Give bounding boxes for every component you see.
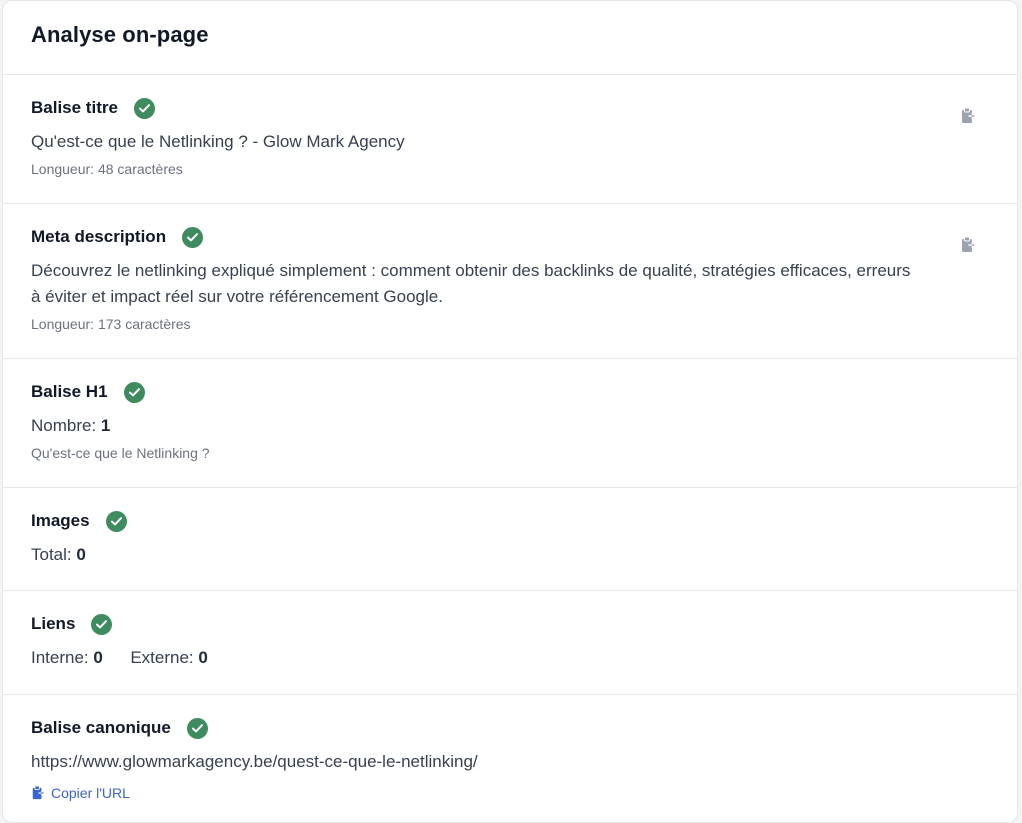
section-header: Images [31, 510, 989, 532]
section-title: Balise H1 [31, 382, 108, 401]
section-title: Balise titre [31, 98, 118, 117]
section-images: Images Total: 0 [3, 488, 1017, 591]
meta-description-value: Découvrez le netlinking expliqué simplem… [31, 261, 911, 306]
h1-count: Nombre: 1 [31, 413, 989, 439]
h1-count-label: Nombre: [31, 416, 97, 435]
section-canonical: Balise canonique https://www.glowmarkage… [3, 695, 1017, 822]
copy-title-button[interactable] [957, 105, 979, 127]
section-header: Balise canonique [31, 717, 989, 739]
title-tag-value: Qu'est-ce que le Netlinking ? - Glow Mar… [31, 132, 405, 151]
section-h1: Balise H1 Nombre: 1 Qu'est-ce que le Net… [3, 359, 1017, 488]
check-circle-icon [123, 381, 145, 403]
title-tag-length: Longueur: 48 caractères [31, 161, 183, 177]
section-title: Meta description [31, 227, 167, 246]
card-header: Analyse on-page [3, 1, 1017, 75]
check-circle-icon [91, 613, 113, 635]
card-title: Analyse on-page [31, 22, 209, 47]
clipboard-icon [962, 236, 975, 252]
links-external-label: Externe: [130, 648, 194, 667]
onpage-analysis-card: Analyse on-page Balise titre Qu'est-ce q… [2, 0, 1018, 823]
check-circle-icon [186, 717, 208, 739]
section-title: Balise canonique [31, 718, 171, 737]
copy-url-button[interactable]: Copier l'URL [31, 785, 130, 801]
section-links: Liens Interne: 0 Externe: 0 [3, 591, 1017, 695]
clipboard-icon [962, 107, 975, 123]
clipboard-icon [32, 785, 44, 800]
check-circle-icon [133, 97, 155, 119]
images-total: Total: 0 [31, 542, 989, 568]
section-meta-description: Meta description Découvrez le netlinking… [3, 204, 1017, 359]
links-internal-label: Interne: [31, 648, 89, 667]
section-title: Liens [31, 614, 76, 633]
canonical-url: https://www.glowmarkagency.be/quest-ce-q… [31, 752, 478, 771]
links-counts: Interne: 0 Externe: 0 [31, 645, 989, 671]
images-total-value: 0 [76, 545, 86, 564]
h1-text: Qu'est-ce que le Netlinking ? [31, 445, 210, 461]
section-header: Liens [31, 613, 989, 635]
section-header: Balise titre [31, 97, 989, 119]
section-title-tag: Balise titre Qu'est-ce que le Netlinking… [3, 75, 1017, 204]
section-header: Balise H1 [31, 381, 989, 403]
section-header: Meta description [31, 226, 989, 248]
h1-count-value: 1 [100, 416, 111, 435]
images-total-label: Total: [31, 545, 72, 564]
links-external-value: 0 [198, 648, 208, 667]
check-circle-icon [105, 510, 127, 532]
copy-url-label: Copier l'URL [51, 785, 130, 801]
check-circle-icon [182, 226, 204, 248]
links-internal-value: 0 [93, 648, 103, 667]
section-title: Images [31, 511, 90, 530]
meta-description-length: Longueur: 173 caractères [31, 316, 191, 332]
copy-meta-button[interactable] [957, 234, 979, 256]
